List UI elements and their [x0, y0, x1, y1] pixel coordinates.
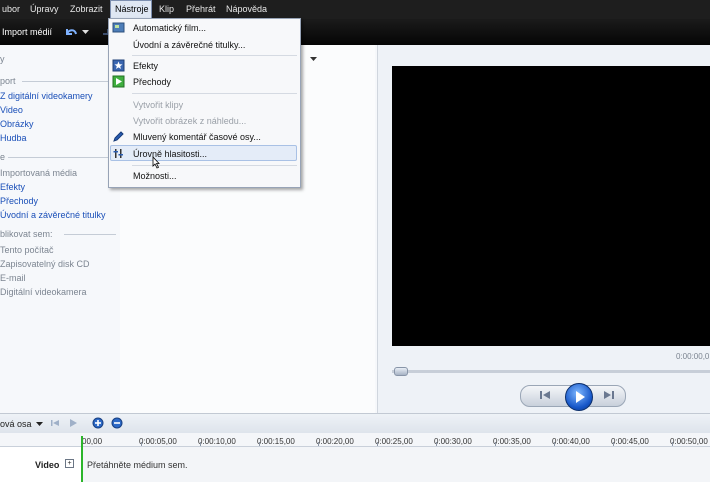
timeline-tick-label: 0:00:30,00: [434, 437, 472, 446]
task-this-computer[interactable]: Tento počítač: [0, 245, 54, 255]
menu-separator: [132, 55, 297, 56]
task-dv-camera[interactable]: Digitální videokamera: [0, 287, 87, 297]
expand-video-track-button[interactable]: +: [65, 459, 74, 468]
timeline-toolbar: [0, 413, 710, 434]
menu-separator: [132, 93, 297, 94]
timeline-ruler[interactable]: [0, 433, 710, 447]
task-video[interactable]: Video: [0, 105, 23, 115]
preview-monitor[interactable]: [392, 66, 710, 346]
timeline-tick: [259, 442, 260, 446]
microphone-icon: [113, 131, 124, 142]
previous-frame-icon[interactable]: [532, 388, 558, 402]
menu-play[interactable]: Přehrát: [182, 0, 220, 19]
timeline-tick-label: 0:00:25,00: [375, 437, 413, 446]
seek-thumb[interactable]: [394, 367, 408, 376]
import-media-button[interactable]: Import médií: [2, 27, 52, 37]
timeline-mode-dropdown-icon[interactable]: [36, 421, 43, 427]
drop-media-hint: Přetáhněte médium sem.: [87, 460, 188, 470]
menu-help[interactable]: Nápověda: [222, 0, 271, 19]
menu-item-narration[interactable]: Mluvený komentář časové osy...: [133, 132, 261, 142]
task-effects[interactable]: Efekty: [0, 182, 25, 192]
task-imported-media[interactable]: Importovaná média: [0, 168, 77, 178]
timeline-tick: [377, 442, 378, 446]
time-display: 0:00:00,0: [676, 352, 710, 361]
task-email[interactable]: E-mail: [0, 273, 26, 283]
play-icon: [576, 391, 585, 403]
separator: [22, 81, 116, 82]
transitions-icon: [112, 75, 125, 88]
timeline-tick-label: 0:00:35,00: [493, 437, 531, 446]
volume-levels-icon: [113, 149, 123, 158]
timeline-tick-label: 0:00:05,00: [139, 437, 177, 446]
video-track-label: Video: [35, 460, 60, 470]
task-from-camera[interactable]: Z digitální videokamery: [0, 91, 93, 101]
separator: [64, 234, 116, 235]
zoom-in-icon[interactable]: [92, 417, 104, 429]
menu-view[interactable]: Zobrazit: [66, 0, 107, 19]
separator: [8, 157, 116, 158]
menu-file[interactable]: ubor: [0, 0, 24, 19]
undo-icon[interactable]: [64, 25, 78, 39]
capture-header: port: [0, 76, 16, 86]
auto-movie-icon: [112, 22, 125, 33]
timeline-tick-label: 0:00:45,00: [611, 437, 649, 446]
edit-header: e: [0, 152, 6, 162]
menu-item-snapshot: Vytvořit obrázek z náhledu...: [133, 116, 247, 126]
menu-item-volume-levels[interactable]: Úrovně hlasitosti...: [133, 149, 207, 159]
timeline-tick: [436, 442, 437, 446]
play-button[interactable]: [565, 383, 593, 411]
seek-bar[interactable]: [392, 370, 710, 373]
menu-clip[interactable]: Klip: [155, 0, 178, 19]
timeline-tick: [141, 442, 142, 446]
task-header: y: [0, 54, 5, 64]
timeline-tick-label: 0:00:10,00: [198, 437, 236, 446]
menu-item-create-clips: Vytvořit klipy: [133, 100, 184, 110]
playhead[interactable]: [81, 436, 83, 482]
timeline-mode-label[interactable]: ová osa: [0, 419, 32, 429]
rewind-timeline-icon[interactable]: [50, 418, 60, 428]
menu-tools[interactable]: Nástroje: [110, 0, 152, 19]
publish-header: blikovat sem:: [0, 229, 53, 239]
menu-item-effects[interactable]: Efekty: [133, 61, 158, 71]
timeline-tick-label: 0:00:15,00: [257, 437, 295, 446]
timeline-tick: [613, 442, 614, 446]
timeline-tick-label: 00,00: [82, 437, 103, 446]
task-music[interactable]: Hudba: [0, 133, 27, 143]
timeline-tick-label: 0:00:40,00: [552, 437, 590, 446]
timeline-tick-label: 0:00:20,00: [316, 437, 354, 446]
next-frame-icon[interactable]: [596, 388, 622, 402]
menu-item-options[interactable]: Možnosti...: [133, 171, 177, 181]
task-transitions[interactable]: Přechody: [0, 196, 38, 206]
timeline-tick: [554, 442, 555, 446]
view-dropdown-icon[interactable]: [310, 56, 317, 62]
timeline-tick: [672, 442, 673, 446]
menu-item-transitions[interactable]: Přechody: [133, 77, 171, 87]
mouse-cursor-icon: [152, 156, 160, 169]
play-timeline-icon[interactable]: [68, 418, 78, 428]
menu-item-titles[interactable]: Úvodní a závěrečné titulky...: [133, 40, 245, 50]
menu-edit[interactable]: Úpravy: [26, 0, 63, 19]
task-images[interactable]: Obrázky: [0, 119, 34, 129]
timeline-tick: [495, 442, 496, 446]
undo-dropdown-icon[interactable]: [82, 29, 89, 35]
timeline-tick: [200, 442, 201, 446]
menu-item-auto-movie[interactable]: Automatický film...: [133, 23, 206, 33]
task-titles[interactable]: Úvodní a závěrečné titulky: [0, 210, 106, 220]
timeline-tick-label: 0:00:50,00: [670, 437, 708, 446]
zoom-out-icon[interactable]: [111, 417, 123, 429]
timeline-tick: [318, 442, 319, 446]
effects-icon: [112, 59, 125, 72]
task-cd[interactable]: Zapisovatelný disk CD: [0, 259, 90, 269]
